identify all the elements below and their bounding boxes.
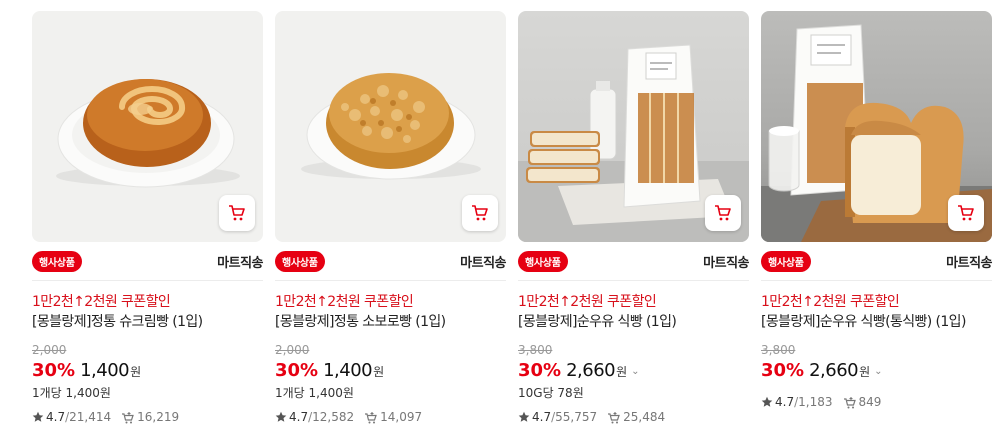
- product-stats: 4.7 / 1,183 849: [761, 395, 881, 409]
- event-badge: 행사상품: [761, 250, 811, 272]
- discount-rate: 30%: [32, 359, 76, 381]
- price-row: 30% 2,660 원 ⌄: [761, 358, 992, 383]
- add-to-cart-button[interactable]: [948, 195, 984, 231]
- purchase-count-icon: [843, 396, 857, 409]
- purchase-count: 25,484: [623, 410, 666, 424]
- price-row: 30% 1,400 원: [32, 358, 263, 383]
- delivery-type: 마트직송: [946, 255, 992, 271]
- promo-text: 1만2천↑2천원 쿠폰할인: [275, 294, 414, 310]
- delivery-type: 마트직송: [217, 255, 263, 271]
- price-row: 30% 2,660 원 ⌄: [518, 358, 749, 383]
- sale-price: 1,400: [80, 359, 130, 381]
- product-card[interactable]: 행사상품 마트직송 1만2천↑2천원 쿠폰할인 [몽블랑제]정통 소보로빵 (1…: [275, 11, 506, 441]
- product-meta-row: 행사상품 마트직송: [518, 242, 749, 281]
- product-card[interactable]: 행사상품 마트직송 1만2천↑2천원 쿠폰할인 [몽블랑제]순우유 식빵 (1입…: [518, 11, 749, 441]
- sale-price: 2,660: [809, 359, 859, 381]
- original-price: 2,000: [32, 343, 67, 357]
- purchase-count: 14,097: [380, 410, 423, 424]
- cart-icon: [958, 205, 974, 221]
- product-meta-row: 행사상품 마트직송: [275, 242, 506, 281]
- product-title[interactable]: [몽블랑제]순우유 식빵(통식빵) (1입): [761, 312, 992, 332]
- purchase-count: 16,219: [137, 410, 180, 424]
- chevron-down-icon[interactable]: ⌄: [631, 361, 639, 383]
- currency-label: 원: [859, 365, 871, 379]
- add-to-cart-button[interactable]: [219, 195, 255, 231]
- rating-value: 4.7: [289, 410, 309, 424]
- unit-price: 10G당 78원: [518, 386, 584, 400]
- promo-text: 1만2천↑2천원 쿠폰할인: [32, 294, 171, 310]
- delivery-type: 마트직송: [703, 255, 749, 271]
- star-icon: [32, 411, 44, 423]
- rating-value: 4.7: [46, 410, 66, 424]
- product-image-cream-bun[interactable]: [32, 11, 263, 242]
- product-card[interactable]: 행사상품 마트직송 1만2천↑2천원 쿠폰할인 [몽블랑제]정통 슈크림빵 (1…: [32, 11, 263, 441]
- purchase-count: 849: [858, 395, 882, 409]
- delivery-type: 마트직송: [460, 255, 506, 271]
- review-count: 1,183: [798, 395, 833, 409]
- product-stats: 4.7 / 21,414 16,219: [32, 410, 179, 424]
- product-image-soboro[interactable]: [275, 11, 506, 242]
- original-price: 3,800: [761, 343, 796, 357]
- price-row: 30% 1,400 원: [275, 358, 506, 383]
- product-image-sliced-bread[interactable]: [518, 11, 749, 242]
- purchase-count-icon: [121, 411, 135, 424]
- original-price: 3,800: [518, 343, 553, 357]
- product-grid: 행사상품 마트직송 1만2천↑2천원 쿠폰할인 [몽블랑제]정통 슈크림빵 (1…: [0, 0, 1000, 441]
- cart-icon: [715, 205, 731, 221]
- review-count: 12,582: [312, 410, 355, 424]
- original-price: 2,000: [275, 343, 310, 357]
- purchase-count-icon: [607, 411, 621, 424]
- chevron-down-icon[interactable]: ⌄: [874, 361, 882, 383]
- review-count: 21,414: [69, 410, 112, 424]
- review-count: 55,757: [555, 410, 598, 424]
- currency-label: 원: [373, 365, 385, 379]
- product-stats: 4.7 / 55,757 25,484: [518, 410, 665, 424]
- product-title[interactable]: [몽블랑제]정통 슈크림빵 (1입): [32, 312, 263, 332]
- purchase-count-icon: [364, 411, 378, 424]
- event-badge: 행사상품: [275, 250, 325, 272]
- star-icon: [518, 411, 530, 423]
- promo-text: 1만2천↑2천원 쿠폰할인: [518, 294, 657, 310]
- product-meta-row: 행사상품 마트직송: [32, 242, 263, 281]
- star-icon: [761, 396, 773, 408]
- event-badge: 행사상품: [32, 250, 82, 272]
- product-stats: 4.7 / 12,582 14,097: [275, 410, 422, 424]
- sale-price: 1,400: [323, 359, 373, 381]
- product-card[interactable]: 행사상품 마트직송 1만2천↑2천원 쿠폰할인 [몽블랑제]순우유 식빵(통식빵…: [761, 11, 992, 441]
- cart-icon: [229, 205, 245, 221]
- currency-label: 원: [616, 365, 628, 379]
- add-to-cart-button[interactable]: [462, 195, 498, 231]
- event-badge: 행사상품: [518, 250, 568, 272]
- add-to-cart-button[interactable]: [705, 195, 741, 231]
- discount-rate: 30%: [761, 359, 805, 381]
- sale-price: 2,660: [566, 359, 616, 381]
- product-meta-row: 행사상품 마트직송: [761, 242, 992, 281]
- product-title[interactable]: [몽블랑제]순우유 식빵 (1입): [518, 312, 749, 332]
- discount-rate: 30%: [518, 359, 562, 381]
- rating-value: 4.7: [775, 395, 795, 409]
- unit-price: 1개당 1,400원: [275, 386, 354, 400]
- rating-value: 4.7: [532, 410, 552, 424]
- unit-price: 1개당 1,400원: [32, 386, 111, 400]
- discount-rate: 30%: [275, 359, 319, 381]
- product-title[interactable]: [몽블랑제]정통 소보로빵 (1입): [275, 312, 506, 332]
- product-image-whole-loaf[interactable]: [761, 11, 992, 242]
- star-icon: [275, 411, 287, 423]
- currency-label: 원: [130, 365, 142, 379]
- promo-text: 1만2천↑2천원 쿠폰할인: [761, 294, 900, 310]
- cart-icon: [472, 205, 488, 221]
